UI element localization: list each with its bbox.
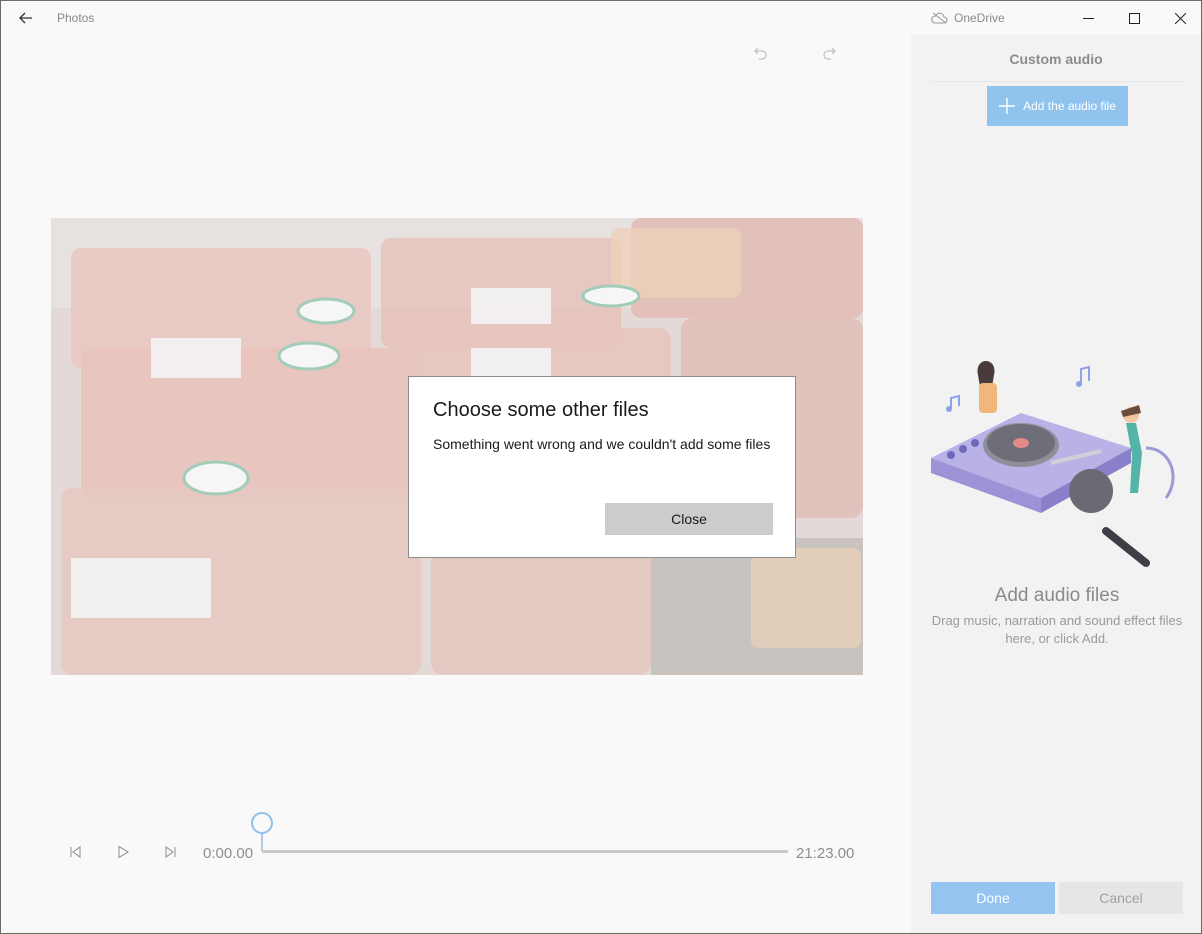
close-icon — [1174, 12, 1186, 24]
back-arrow-icon — [19, 12, 32, 24]
plus-icon — [999, 98, 1016, 114]
play-icon — [118, 845, 130, 859]
add-audio-file-label: Add the audio file — [1023, 99, 1116, 113]
panel-divider — [931, 81, 1183, 82]
redo-button[interactable] — [814, 41, 844, 67]
onedrive-label: OneDrive — [954, 11, 1005, 25]
step-back-icon — [70, 845, 81, 859]
back-button[interactable] — [11, 7, 41, 29]
panel-title: Custom audio — [1009, 51, 1103, 67]
cloud-off-icon — [931, 12, 948, 24]
empty-state-title: Add audio files — [994, 585, 1120, 606]
title-bar: Photos OneDrive — [1, 1, 1201, 35]
minimize-button[interactable] — [1065, 1, 1111, 35]
redo-icon — [823, 47, 836, 60]
undo-button[interactable] — [746, 41, 776, 67]
close-window-button[interactable] — [1157, 1, 1201, 35]
custom-audio-panel: Custom audio Add the audio file Add audi… — [911, 35, 1201, 933]
scrubber-track[interactable] — [262, 850, 788, 853]
minimize-icon — [1082, 17, 1094, 19]
onedrive-status[interactable]: OneDrive — [931, 9, 1005, 27]
scrubber-stem — [261, 833, 263, 851]
dialog-close-button[interactable]: Close — [605, 503, 773, 535]
cancel-button[interactable]: Cancel — [1059, 882, 1183, 914]
dialog-title: Choose some other files — [433, 399, 649, 421]
step-forward-button[interactable] — [159, 840, 183, 864]
done-button[interactable]: Done — [931, 882, 1055, 914]
maximize-button[interactable] — [1111, 1, 1157, 35]
total-time: 21:23.00 — [796, 845, 855, 862]
app-title: Photos — [57, 11, 95, 25]
empty-state-description: Drag music, narration and sound effect f… — [931, 613, 1183, 646]
photos-window: Photos OneDrive 0:00.00 21:23.00 Custom … — [0, 0, 1202, 934]
dj-turntable-illustration — [931, 361, 1175, 567]
dialog-message: Something went wrong and we couldn't add… — [433, 436, 771, 452]
step-forward-icon — [165, 845, 176, 859]
error-dialog: Choose some other files Something went w… — [408, 376, 796, 558]
add-audio-file-button[interactable]: Add the audio file — [987, 86, 1128, 126]
step-back-button[interactable] — [63, 840, 87, 864]
scrubber-thumb[interactable] — [251, 812, 273, 834]
play-button[interactable] — [111, 840, 135, 864]
maximize-icon — [1128, 12, 1140, 24]
undo-icon — [754, 47, 767, 60]
current-time: 0:00.00 — [203, 845, 254, 862]
